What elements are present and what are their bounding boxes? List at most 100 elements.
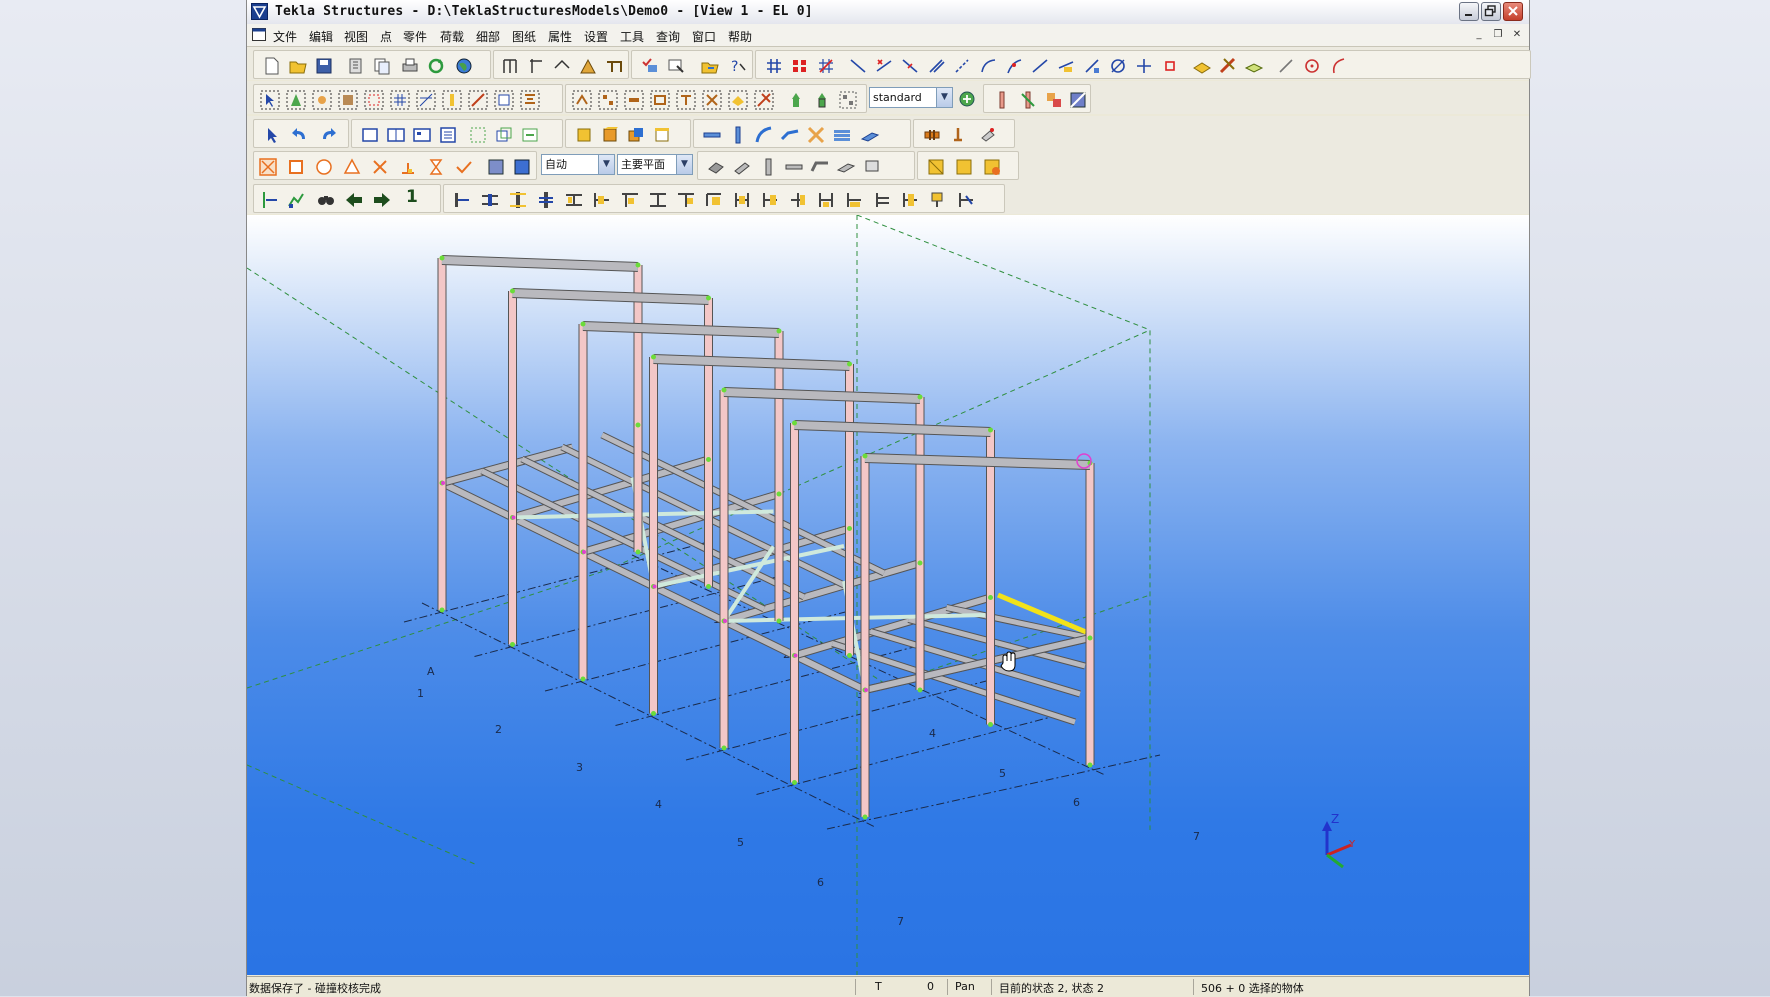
- snap-extension-icon[interactable]: [1056, 56, 1076, 76]
- numbering-settings-icon[interactable]: [286, 190, 306, 210]
- view-window-icon[interactable]: [360, 125, 380, 145]
- close-button[interactable]: [1503, 2, 1523, 21]
- component-catalog-icon[interactable]: [1044, 90, 1064, 110]
- select-all-icon[interactable]: [260, 90, 280, 110]
- redo-icon[interactable]: [318, 125, 338, 145]
- menu-edit[interactable]: 编辑: [309, 28, 333, 45]
- work-plane-icon[interactable]: [1192, 56, 1212, 76]
- catalog-icon[interactable]: [346, 56, 366, 76]
- globe-icon[interactable]: [454, 56, 474, 76]
- snap-nearest-icon[interactable]: [952, 56, 972, 76]
- measure-line-icon[interactable]: [1276, 56, 1296, 76]
- solid-fit-icon[interactable]: [652, 125, 672, 145]
- menu-tools[interactable]: 工具: [620, 28, 644, 45]
- strip-footing-icon[interactable]: [732, 157, 752, 177]
- column-icon[interactable]: [992, 90, 1012, 110]
- select-welds-icon[interactable]: [338, 90, 358, 110]
- filter-settings-icon[interactable]: [957, 89, 977, 109]
- snap-plane-combo[interactable]: 主要平面 ▼: [617, 154, 693, 175]
- view-split-icon[interactable]: [386, 125, 406, 145]
- connection-8-icon[interactable]: [648, 190, 668, 210]
- mdi-close-button[interactable]: ✕: [1510, 29, 1524, 41]
- select-cuts-icon[interactable]: [468, 90, 488, 110]
- select-cast-unit-icon[interactable]: [650, 90, 670, 110]
- column-part-icon[interactable]: [728, 125, 748, 145]
- double-beam-icon[interactable]: [832, 125, 852, 145]
- connection-18-icon[interactable]: [928, 190, 948, 210]
- copy-model-icon[interactable]: [372, 56, 392, 76]
- snap-free-icon[interactable]: [1082, 56, 1102, 76]
- snap-cross-icon[interactable]: [1134, 56, 1154, 76]
- select-nested-icon[interactable]: [812, 90, 832, 110]
- help-pointer-icon[interactable]: ?: [728, 56, 748, 76]
- snap-center-icon[interactable]: [314, 157, 334, 177]
- open-folder-icon[interactable]: [288, 56, 308, 76]
- curved-beam-icon[interactable]: [754, 125, 774, 145]
- snap-arc-icon[interactable]: [978, 56, 998, 76]
- snap-line-icon[interactable]: [848, 56, 868, 76]
- select-grids-icon[interactable]: [390, 90, 410, 110]
- select-points-icon[interactable]: [364, 90, 384, 110]
- snap-grid-icon[interactable]: [764, 56, 784, 76]
- snap-endpoint-icon[interactable]: [874, 56, 894, 76]
- connection-12-icon[interactable]: [760, 190, 780, 210]
- title-bar[interactable]: Tekla Structures - D:\TeklaStructuresMod…: [247, 0, 1529, 25]
- bolt-icon[interactable]: [922, 125, 942, 145]
- snap-intersection-icon[interactable]: [370, 157, 390, 177]
- connection-19-icon[interactable]: [956, 190, 976, 210]
- solid-cut-icon[interactable]: [626, 125, 646, 145]
- select-assembly-icon[interactable]: [624, 90, 644, 110]
- pad-footing-icon[interactable]: [706, 157, 726, 177]
- beam-icon[interactable]: [702, 125, 722, 145]
- select-views-icon[interactable]: [494, 90, 514, 110]
- select-loads-icon[interactable]: [520, 90, 540, 110]
- menu-help[interactable]: 帮助: [728, 28, 752, 45]
- find-icon[interactable]: [316, 190, 336, 210]
- brace-icon[interactable]: [806, 125, 826, 145]
- cut-part-icon[interactable]: [978, 125, 998, 145]
- surface-treatment-icon[interactable]: [926, 157, 946, 177]
- check-list-icon[interactable]: [640, 56, 660, 76]
- select-object-icon[interactable]: [728, 90, 748, 110]
- connection-3-icon[interactable]: [508, 190, 528, 210]
- snap-triangle-icon[interactable]: [342, 157, 362, 177]
- menu-file[interactable]: 文件: [273, 28, 297, 45]
- inquire-icon[interactable]: [666, 56, 686, 76]
- point-icon[interactable]: [552, 56, 572, 76]
- minimize-button[interactable]: [1459, 2, 1479, 21]
- custom-component-icon[interactable]: [1068, 90, 1088, 110]
- select-part-icon[interactable]: [676, 90, 696, 110]
- select-seam-icon[interactable]: [786, 90, 806, 110]
- menu-properties[interactable]: 属性: [548, 28, 572, 45]
- concrete-slab-icon[interactable]: [836, 157, 856, 177]
- snap-check-icon[interactable]: [454, 157, 474, 177]
- grid-line-icon[interactable]: [526, 56, 546, 76]
- save-icon[interactable]: [314, 56, 334, 76]
- snap-intersect-icon[interactable]: [816, 56, 836, 76]
- snap-perp-icon[interactable]: [398, 157, 418, 177]
- menu-parts[interactable]: 零件: [403, 28, 427, 45]
- menu-window[interactable]: 窗口: [692, 28, 716, 45]
- solid-frame-icon[interactable]: [600, 125, 620, 145]
- connection-16-icon[interactable]: [872, 190, 892, 210]
- snap-points-icon[interactable]: [790, 56, 810, 76]
- step-number[interactable]: 1: [406, 187, 418, 207]
- connection-1-icon[interactable]: [452, 190, 472, 210]
- connection-9-icon[interactable]: [676, 190, 696, 210]
- snap-geometry-icon[interactable]: [286, 157, 306, 177]
- arc-snap-icon[interactable]: [1328, 56, 1348, 76]
- measure-icon[interactable]: [578, 56, 598, 76]
- select-group-icon[interactable]: [838, 90, 858, 110]
- mdi-restore-button[interactable]: ❒: [1491, 29, 1505, 41]
- surface-finish-icon[interactable]: [954, 157, 974, 177]
- snap-tangent-icon[interactable]: [1004, 56, 1024, 76]
- menu-view[interactable]: 视图: [344, 28, 368, 45]
- select-reinforcement-icon[interactable]: [702, 90, 722, 110]
- concrete-beam-icon[interactable]: [784, 157, 804, 177]
- snap-square-icon[interactable]: [1160, 56, 1180, 76]
- select-surface-icon[interactable]: [312, 90, 332, 110]
- snap-hourglass-icon[interactable]: [426, 157, 446, 177]
- select-parts-icon[interactable]: [286, 90, 306, 110]
- surface-tile-icon[interactable]: [982, 157, 1002, 177]
- circle-snap-icon[interactable]: [1302, 56, 1322, 76]
